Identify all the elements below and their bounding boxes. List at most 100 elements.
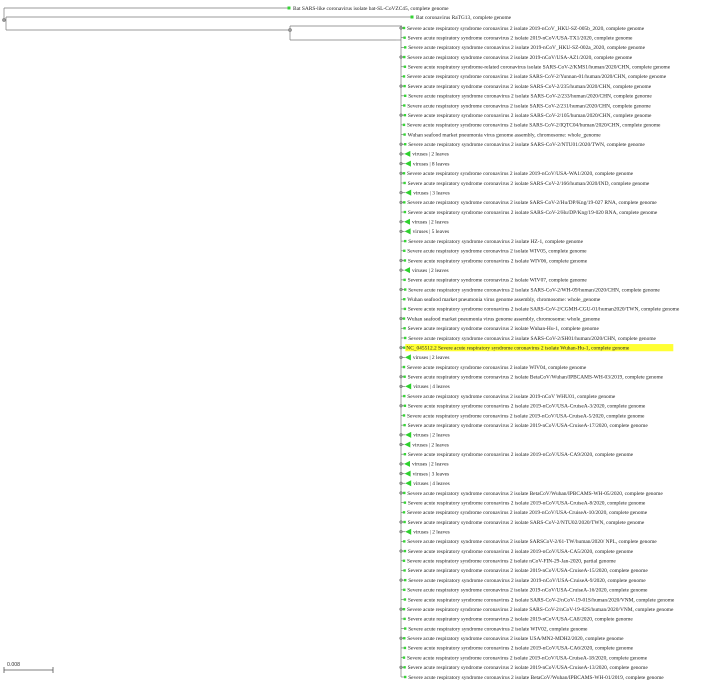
leaf-label[interactable]: Severe acute respiratory syndrome corona… [408,549,634,555]
tree-node[interactable] [399,491,403,495]
leaf-label[interactable]: Severe acute respiratory syndrome corona… [408,617,634,623]
leaf-label[interactable]: Severe acute respiratory syndrome corona… [407,55,632,61]
tree-node[interactable] [399,481,403,485]
tree-node[interactable] [399,355,403,359]
tree-node[interactable] [288,28,292,32]
collapsed-clade-label[interactable]: viruses | 2 leaves [412,220,449,226]
leaf-label[interactable]: Wuhan seafood market pneumonia virus gen… [407,315,601,322]
tree-node[interactable] [399,636,403,640]
tree-node[interactable] [399,462,403,466]
leaf-label[interactable]: Severe acute respiratory syndrome-relate… [408,65,671,71]
collapsed-clade-label[interactable]: viruses | 2 leaves [413,530,450,536]
tree-node[interactable] [399,287,403,292]
tree-node[interactable] [399,384,403,389]
leaf-label[interactable]: Severe acute respiratory syndrome corona… [407,413,645,419]
collapsed-clade-label[interactable]: viruses | 2 leaves [412,152,449,158]
tree-node[interactable] [399,113,403,117]
leaf-label[interactable]: Severe acute respiratory syndrome corona… [408,665,649,671]
collapsed-clade-label[interactable]: viruses | 2 leaves [412,442,449,448]
leaf-label[interactable]: Severe acute respiratory syndrome corona… [407,491,663,497]
tree-node[interactable] [399,229,403,234]
leaf-label[interactable]: Severe acute respiratory syndrome corona… [408,35,633,41]
tree-node[interactable] [399,607,403,611]
tree-node[interactable] [399,152,403,156]
leaf-label[interactable]: Severe acute respiratory syndrome corona… [408,181,650,187]
collapsed-clade-label[interactable]: viruses | 4 leaves [413,481,450,487]
leaf-label[interactable]: Severe acute respiratory syndrome corona… [408,287,660,293]
tree-node[interactable] [2,18,6,22]
leaf-label[interactable]: Wuhan seafood market pneumonia virus gen… [408,131,602,138]
tree-node[interactable] [399,268,403,272]
leaf-label[interactable]: Severe acute respiratory syndrome corona… [407,365,587,371]
tree-node[interactable] [399,433,403,437]
tree-node[interactable] [399,55,403,59]
leaf-label[interactable]: Wuhan seafood market pneumonia virus gen… [407,296,601,303]
leaf-label[interactable]: Severe acute respiratory syndrome corona… [407,510,648,516]
tree-node[interactable] [399,26,403,30]
leaf-label[interactable]: Severe acute respiratory syndrome corona… [407,171,634,177]
tree-node[interactable] [399,191,403,195]
leaf-label[interactable]: Severe acute respiratory syndrome corona… [408,278,588,284]
tree-node[interactable] [399,346,403,350]
leaf-label[interactable]: Severe acute respiratory syndrome corona… [408,336,656,342]
leaf-label[interactable]: Severe acute respiratory syndrome corona… [408,404,646,410]
leaf-label[interactable]: Severe acute respiratory syndrome corona… [408,578,646,584]
leaf-label[interactable]: Severe acute respiratory syndrome corona… [407,636,624,642]
leaf-label[interactable]: Severe acute respiratory syndrome corona… [407,249,587,255]
collapsed-clade-icon[interactable] [405,431,412,438]
tree-node[interactable] [399,375,403,379]
leaf-label[interactable]: Severe acute respiratory syndrome corona… [407,74,667,80]
collapsed-clade-label[interactable]: viruses | 4 leaves [413,384,450,390]
leaf-label[interactable]: Severe acute respiratory syndrome corona… [407,539,657,545]
collapsed-clade-label[interactable]: viruses | 2 leaves [413,433,450,439]
leaf-label[interactable]: Severe acute respiratory syndrome corona… [407,588,648,594]
collapsed-clade-icon[interactable] [404,460,410,467]
tree-node[interactable] [399,530,403,534]
collapsed-clade-label[interactable]: viruses | 8 leaves [413,161,450,167]
tree-node[interactable] [399,84,403,88]
leaf-label[interactable]: Severe acute respiratory syndrome corona… [408,258,588,264]
leaf-label[interactable]: Severe acute respiratory syndrome corona… [408,326,600,332]
collapsed-clade-icon[interactable] [404,218,410,225]
leaf-label[interactable]: Severe acute respiratory syndrome corona… [407,123,661,129]
collapsed-clade-icon[interactable] [405,383,412,390]
tree-node[interactable] [399,578,403,582]
leaf-label[interactable]: Severe acute respiratory syndrome corona… [408,520,645,526]
tree-node[interactable] [399,549,403,553]
leaf-label[interactable]: Severe acute respiratory syndrome corona… [407,655,648,661]
leaf-label[interactable]: Severe acute respiratory syndrome corona… [408,84,652,90]
leaf-label[interactable]: Severe acute respiratory syndrome corona… [407,394,616,400]
outgroup-label[interactable]: Bat SARS-like coronavirus isolate bat-SL… [293,6,449,12]
leaf-label[interactable]: Severe acute respiratory syndrome corona… [408,675,664,681]
tree-node[interactable] [399,404,403,408]
leaf-label[interactable]: Severe acute respiratory syndrome corona… [408,142,645,148]
collapsed-clade-icon[interactable] [404,228,411,235]
leaf-label[interactable]: Severe acute respiratory syndrome corona… [408,423,649,429]
leaf-label[interactable]: Severe acute respiratory syndrome corona… [407,200,657,206]
collapsed-clade-icon[interactable] [404,441,411,448]
collapsed-clade-label[interactable]: viruses | 2 leaves [413,355,450,361]
leaf-label[interactable]: Severe acute respiratory syndrome corona… [408,646,634,652]
leaf-label[interactable]: Severe acute respiratory syndrome corona… [408,113,652,119]
leaf-label[interactable]: Severe acute respiratory syndrome corona… [408,94,652,100]
leaf-label[interactable]: Severe acute respiratory syndrome corona… [408,210,658,216]
tree-node[interactable] [399,161,403,166]
leaf-label[interactable]: Severe acute respiratory syndrome corona… [408,239,583,245]
tree-node[interactable] [399,200,403,205]
collapsed-clade-icon[interactable] [405,528,412,535]
tree-node[interactable] [399,442,403,447]
outgroup-label[interactable]: Bat coronavirus RaTG13, complete genome [416,15,512,21]
tree-node[interactable] [399,220,403,224]
collapsed-clade-icon[interactable] [404,354,411,361]
collapsed-clade-icon[interactable] [405,480,412,487]
tree-node[interactable] [399,142,403,146]
leaf-label[interactable]: Severe acute respiratory syndrome corona… [408,307,680,313]
collapsed-clade-label[interactable]: viruses | 2 leaves [412,268,449,274]
collapsed-clade-icon[interactable] [404,470,411,477]
leaf-label[interactable]: Severe acute respiratory syndrome corona… [408,45,645,51]
tree-node[interactable] [399,665,403,669]
leaf-label[interactable]: Severe acute respiratory syndrome corona… [407,26,645,32]
leaf-label[interactable]: Severe acute respiratory syndrome corona… [408,375,664,381]
tree-node[interactable] [399,171,403,175]
collapsed-clade-icon[interactable] [404,267,410,274]
